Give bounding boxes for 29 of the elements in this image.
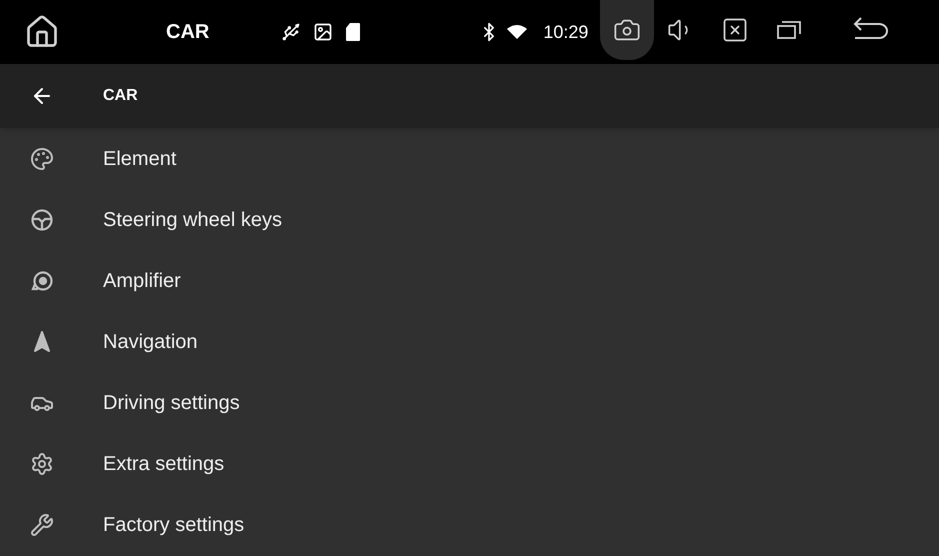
item-label: Extra settings xyxy=(103,452,224,476)
settings-list-item[interactable]: Driving settings xyxy=(0,372,939,433)
item-label: Steering wheel keys xyxy=(103,208,282,232)
usb-icon xyxy=(281,22,302,42)
item-label: Driving settings xyxy=(103,390,240,416)
item-label: Factory settings xyxy=(103,512,244,538)
header-title: CAR xyxy=(103,86,138,106)
settings-list-item[interactable]: Factory settings xyxy=(0,494,939,555)
close-icon xyxy=(721,16,750,44)
clock-time: 10:29 xyxy=(543,21,588,44)
wrench-icon xyxy=(30,512,54,536)
settings-list-item[interactable]: Steering wheel keys xyxy=(0,189,939,250)
settings-list-item[interactable]: Element xyxy=(0,128,939,189)
image-icon xyxy=(313,22,334,42)
wifi-icon xyxy=(507,24,528,40)
item-label: Amplifier xyxy=(103,268,181,294)
steering-wheel-icon xyxy=(30,208,54,232)
settings-list-item[interactable]: Extra settings xyxy=(0,433,939,494)
settings-list-item[interactable]: Amplifier xyxy=(0,250,939,311)
settings-list-item[interactable]: Navigation xyxy=(0,311,939,372)
sd-card-icon xyxy=(345,22,362,42)
item-label: Navigation xyxy=(103,330,198,354)
speaker-icon xyxy=(30,268,54,292)
item-label: Element xyxy=(103,146,176,172)
status-bar-button[interactable] xyxy=(600,0,654,60)
settings-icon xyxy=(30,452,54,476)
home-icon xyxy=(24,14,60,50)
app-title: CAR xyxy=(166,20,210,45)
palette-icon xyxy=(30,146,54,170)
